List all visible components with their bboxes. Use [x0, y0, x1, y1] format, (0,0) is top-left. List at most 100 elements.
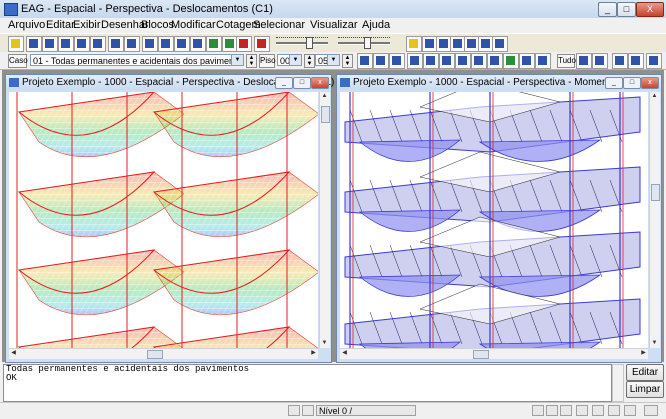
menu-modificar[interactable]: Modificar	[171, 19, 216, 31]
exit-icon[interactable]	[644, 405, 658, 416]
case-spinner[interactable]: ▲ ▼	[246, 54, 257, 68]
grid-icon[interactable]	[373, 53, 389, 69]
grid-2-icon[interactable]	[389, 53, 405, 69]
minimize-button[interactable]: _	[598, 2, 617, 17]
status-cell-1	[288, 405, 300, 416]
select-pan-icon[interactable]	[406, 36, 422, 52]
scroll-thumb[interactable]	[473, 350, 489, 359]
load-icon[interactable]	[535, 53, 551, 69]
rotate-icon[interactable]	[492, 36, 508, 52]
window-single-icon[interactable]	[142, 36, 158, 52]
pan-tool-icon[interactable]	[8, 36, 24, 52]
beam-tool-icon[interactable]	[58, 36, 74, 52]
scale-slider[interactable]	[276, 37, 328, 49]
menu-ajuda[interactable]: Ajuda	[362, 19, 390, 31]
scroll-down-icon[interactable]: ▼	[320, 339, 329, 348]
command-output[interactable]: Todas permanentes e acidentais dos pavim…	[3, 364, 612, 402]
view-icon[interactable]	[608, 405, 620, 416]
displacement-icon[interactable]	[503, 53, 519, 69]
text-tool-icon[interactable]	[236, 36, 252, 52]
fy-icon[interactable]	[423, 53, 439, 69]
command-scrollbar[interactable]	[612, 364, 624, 402]
scroll-up-icon[interactable]: ▲	[320, 92, 329, 101]
fz-icon[interactable]	[439, 53, 455, 69]
clear-button[interactable]: Limpar	[626, 381, 664, 398]
menu-visualizar[interactable]: Visualizar	[310, 19, 358, 31]
snap-icon[interactable]	[532, 405, 544, 416]
moments-window[interactable]: Projeto Exemplo - 1000 - Espacial - Pers…	[336, 74, 662, 363]
minimize-button[interactable]: _	[275, 77, 293, 89]
vertical-scrollbar[interactable]: ▲ ▼	[319, 92, 330, 348]
menu-blocos[interactable]: Blocos	[141, 19, 174, 31]
frame-view-2-icon[interactable]	[42, 36, 58, 52]
grid-shade-icon[interactable]	[357, 53, 373, 69]
edit-button[interactable]: Editar	[626, 364, 664, 381]
axis-tool-2-icon[interactable]	[124, 36, 140, 52]
floor-from-select[interactable]: 00 ▼	[277, 54, 302, 66]
scroll-right-icon[interactable]: ▶	[309, 349, 318, 358]
scroll-thumb[interactable]	[651, 184, 660, 201]
maximize-button[interactable]: □	[623, 77, 641, 89]
list-2-icon[interactable]	[628, 53, 644, 69]
node-tool-icon[interactable]	[90, 36, 106, 52]
close-button[interactable]: x	[311, 77, 329, 89]
mdi-area: Projeto Exemplo - 1000 - Espacial - Pers…	[2, 70, 664, 363]
floor-to-spinner[interactable]: ▲ ▼	[342, 54, 353, 68]
maximize-button[interactable]: □	[293, 77, 311, 89]
floor-to-select[interactable]: 05 ▼	[315, 54, 340, 66]
close-button[interactable]: X	[636, 2, 664, 17]
chevron-down-icon[interactable]: ▼	[327, 55, 339, 65]
column-tool-icon[interactable]	[74, 36, 90, 52]
print-icon[interactable]	[254, 36, 270, 52]
displacement-window[interactable]: Projeto Exemplo - 1000 - Espacial - Pers…	[5, 74, 334, 363]
list-icon[interactable]	[612, 53, 628, 69]
deform-slider[interactable]	[338, 37, 390, 49]
displacement-viewport[interactable]	[9, 92, 318, 348]
chevron-down-icon[interactable]: ▼	[289, 55, 301, 65]
horizontal-scrollbar[interactable]: ◀ ▶	[9, 348, 318, 359]
cursor-icon[interactable]	[592, 405, 604, 416]
chevron-down-icon[interactable]: ▼	[231, 55, 243, 65]
menu-selecionar[interactable]: Selecionar	[253, 19, 305, 31]
frame-view-icon[interactable]	[26, 36, 42, 52]
scroll-left-icon[interactable]: ◀	[340, 349, 349, 358]
window-quad-icon[interactable]	[174, 36, 190, 52]
auto-button[interactable]: Tudo	[557, 54, 576, 68]
axis-tool-icon[interactable]	[108, 36, 124, 52]
mz-icon[interactable]	[487, 53, 503, 69]
layer-icon[interactable]	[576, 405, 588, 416]
grid-snap-icon[interactable]	[560, 405, 572, 416]
fx-icon[interactable]	[407, 53, 423, 69]
menu-editar[interactable]: Editar	[46, 19, 75, 31]
mx-icon[interactable]	[455, 53, 471, 69]
render-icon[interactable]	[624, 405, 636, 416]
menu-exibir[interactable]: Exibir	[73, 19, 101, 31]
scroll-right-icon[interactable]: ▶	[639, 349, 648, 358]
moments-window-titlebar[interactable]: Projeto Exemplo - 1000 - Espacial - Pers…	[337, 75, 661, 90]
scroll-thumb[interactable]	[147, 350, 163, 359]
reaction-icon[interactable]	[519, 53, 535, 69]
displacement-window-titlebar[interactable]: Projeto Exemplo - 1000 - Espacial - Pers…	[6, 75, 334, 90]
ortho-icon[interactable]	[546, 405, 558, 416]
maximize-button[interactable]: □	[617, 2, 636, 17]
horizontal-scrollbar[interactable]: ◀ ▶	[340, 348, 648, 359]
case-select[interactable]: 01 - Todas permanentes e acidentais dos …	[30, 54, 244, 66]
my-icon[interactable]	[471, 53, 487, 69]
list-3-icon[interactable]	[646, 53, 662, 69]
scroll-up-icon[interactable]: ▲	[650, 92, 659, 101]
scroll-down-icon[interactable]: ▼	[650, 339, 659, 348]
window-split-icon[interactable]	[158, 36, 174, 52]
app-icon[interactable]	[4, 3, 18, 16]
minimize-button[interactable]: _	[605, 77, 623, 89]
menu-arquivo[interactable]: Arquivo	[8, 19, 45, 31]
vertical-scrollbar[interactable]: ▲ ▼	[649, 92, 660, 348]
scroll-thumb[interactable]	[321, 106, 330, 123]
refresh-icon[interactable]	[576, 53, 592, 69]
close-button[interactable]: x	[641, 77, 659, 89]
export-icon[interactable]	[592, 53, 608, 69]
window-grid-icon[interactable]	[190, 36, 206, 52]
floor-from-spinner[interactable]: ▲ ▼	[304, 54, 315, 68]
moments-viewport[interactable]	[340, 92, 648, 348]
scroll-left-icon[interactable]: ◀	[9, 349, 18, 358]
model-3d-icon[interactable]	[206, 36, 222, 52]
